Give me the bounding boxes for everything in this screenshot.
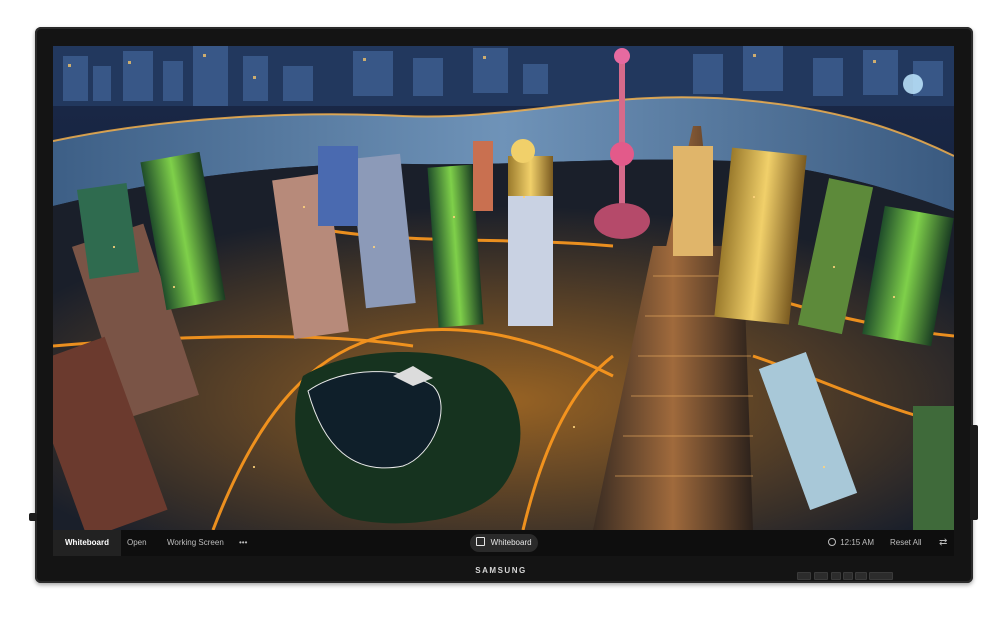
usb-port	[814, 572, 828, 580]
clock: 12:15 AM	[828, 530, 874, 556]
swap-arrows-icon[interactable]: ⇄	[939, 530, 947, 556]
screen-wallpaper	[53, 46, 954, 530]
hdmi-port	[869, 572, 893, 580]
touch-port	[843, 572, 853, 580]
usb-port	[797, 572, 811, 580]
whiteboard-button[interactable]: Whiteboard	[470, 534, 538, 552]
port	[855, 572, 867, 580]
right-side-handle	[970, 425, 978, 520]
clock-time: 12:15 AM	[840, 538, 875, 547]
tab-working-screen[interactable]: Working Screen	[167, 530, 224, 556]
pen-edit-icon	[476, 537, 486, 546]
taskbar: Whiteboard Open Working Screen ••• White…	[53, 530, 954, 556]
city-night-image	[53, 46, 954, 530]
reset-all-button[interactable]: Reset All	[890, 530, 922, 556]
clock-icon	[828, 538, 836, 546]
tab-open[interactable]: Open	[127, 530, 147, 556]
more-menu-button[interactable]: •••	[239, 530, 247, 556]
whiteboard-button-label: Whiteboard	[490, 538, 532, 547]
hdmi-port	[831, 572, 841, 580]
tab-whiteboard[interactable]: Whiteboard	[53, 530, 121, 556]
left-side-button	[29, 513, 37, 521]
